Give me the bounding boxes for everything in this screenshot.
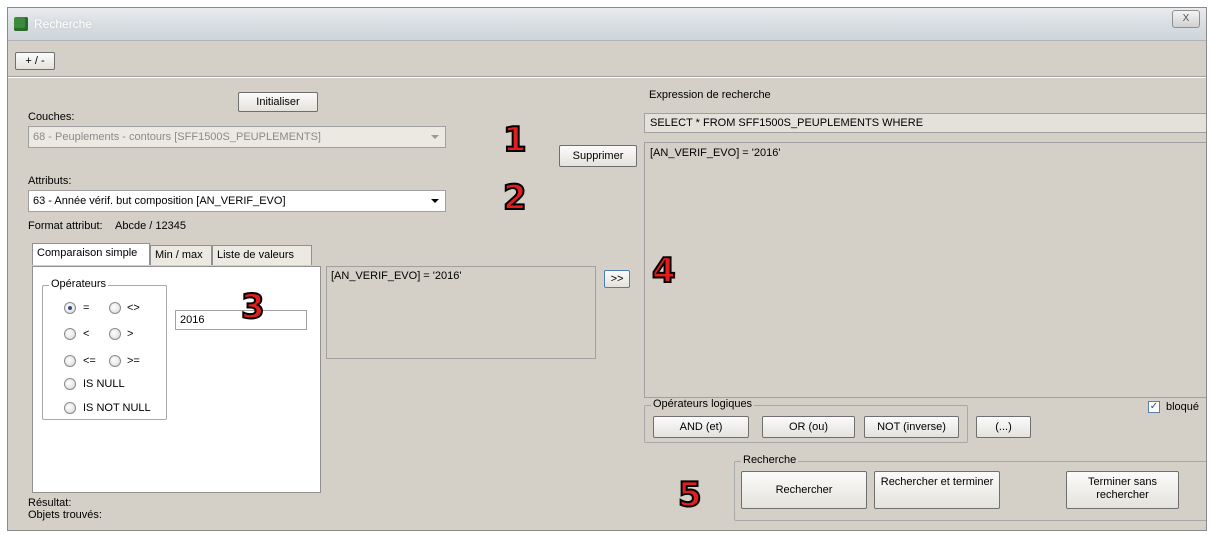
- rechercher-button[interactable]: Rechercher: [741, 471, 867, 509]
- chevron-down-icon: [431, 135, 439, 139]
- op-notequal-radio[interactable]: [109, 302, 121, 314]
- and-button[interactable]: AND (et): [653, 416, 749, 438]
- format-attribut-value: Abcde / 12345: [115, 220, 186, 232]
- annotation-marker-2: 2: [502, 178, 528, 218]
- bloque-checkbox[interactable]: ✓: [1148, 401, 1160, 413]
- couches-select[interactable]: 68 - Peuplements - contours [SFF1500S_PE…: [28, 126, 446, 148]
- annotation-marker-1: 1: [502, 120, 528, 160]
- condition-preview-text: [AN_VERIF_EVO] = '2016': [331, 270, 462, 282]
- recherche-title: Recherche: [741, 454, 799, 466]
- operateurs-logiques-title: Opérateurs logiques: [651, 398, 755, 410]
- sql-header: SELECT * FROM SFF1500S_PEUPLEMENTS WHERE: [644, 113, 1206, 133]
- supprimer-button[interactable]: Supprimer: [559, 145, 637, 167]
- tab-strip: Comparaison simple Min / max Liste de va…: [32, 243, 332, 267]
- annotation-marker-5: 5: [677, 475, 703, 515]
- operateurs-group: Opérateurs: [42, 278, 167, 420]
- annotation-marker-3: 3: [240, 287, 266, 327]
- op-equal-label: =: [83, 302, 90, 314]
- expression-text: [AN_VERIF_EVO] = '2016': [650, 147, 781, 159]
- parentheses-button[interactable]: (...): [976, 416, 1031, 438]
- op-isnotnull-label: IS NOT NULL: [83, 402, 151, 414]
- tab-panel: Opérateurs = <> < > <= >= IS NULL IS NOT…: [32, 266, 321, 493]
- tab-liste-de-valeurs[interactable]: Liste de valeurs: [212, 245, 312, 265]
- recherche-window: Recherche X + / - Initialiser Couches: 6…: [7, 7, 1207, 531]
- op-less-radio[interactable]: [64, 328, 76, 340]
- op-greaterequal-label: >=: [127, 355, 140, 367]
- divider: [8, 76, 1206, 78]
- expression-area[interactable]: [AN_VERIF_EVO] = '2016': [644, 142, 1206, 398]
- couches-label: Couches:: [28, 111, 75, 123]
- op-greater-radio[interactable]: [109, 328, 121, 340]
- title-bar[interactable]: Recherche X: [8, 8, 1206, 41]
- tab-comparaison-simple[interactable]: Comparaison simple: [32, 243, 150, 265]
- expand-toggle-button[interactable]: + / -: [15, 52, 55, 70]
- bloque-label: bloqué: [1166, 401, 1200, 413]
- op-greater-label: >: [127, 328, 134, 340]
- window-title: Recherche: [34, 17, 93, 31]
- format-attribut-label: Format attribut:: [28, 220, 103, 232]
- op-lessequal-label: <=: [83, 355, 96, 367]
- attributs-label: Attributs:: [28, 175, 72, 187]
- expression-label: Expression de recherche: [649, 89, 771, 101]
- not-button[interactable]: NOT (inverse): [864, 416, 959, 438]
- tab-min-max[interactable]: Min / max: [150, 245, 212, 265]
- op-notequal-label: <>: [127, 302, 140, 314]
- add-condition-button[interactable]: >>: [604, 270, 630, 288]
- objets-trouves-label: Objets trouvés:: [28, 509, 102, 521]
- close-button[interactable]: X: [1172, 10, 1200, 28]
- op-isnull-radio[interactable]: [64, 378, 76, 390]
- op-less-label: <: [83, 328, 90, 340]
- resultat-label: Résultat:: [28, 497, 72, 509]
- annotation-marker-4: 4: [651, 251, 677, 291]
- op-greaterequal-radio[interactable]: [109, 355, 121, 367]
- operateurs-title: Opérateurs: [49, 278, 109, 290]
- close-icon: X: [1182, 13, 1190, 24]
- attributs-value: 63 - Année vérif. but composition [AN_VE…: [33, 195, 286, 207]
- op-lessequal-radio[interactable]: [64, 355, 76, 367]
- rechercher-et-terminer-button[interactable]: Rechercher et terminer: [874, 471, 1000, 509]
- terminer-sans-rechercher-button[interactable]: Terminer sans rechercher: [1066, 471, 1179, 509]
- op-equal-radio[interactable]: [64, 302, 76, 314]
- attributs-select[interactable]: 63 - Année vérif. but composition [AN_VE…: [28, 190, 446, 212]
- couches-value: 68 - Peuplements - contours [SFF1500S_PE…: [33, 131, 321, 143]
- op-isnotnull-radio[interactable]: [64, 402, 76, 414]
- initialiser-button[interactable]: Initialiser: [238, 92, 318, 112]
- condition-preview: [AN_VERIF_EVO] = '2016': [326, 266, 596, 359]
- op-isnull-label: IS NULL: [83, 378, 125, 390]
- or-button[interactable]: OR (ou): [762, 416, 855, 438]
- chevron-down-icon: [431, 199, 439, 203]
- app-icon: [14, 17, 28, 31]
